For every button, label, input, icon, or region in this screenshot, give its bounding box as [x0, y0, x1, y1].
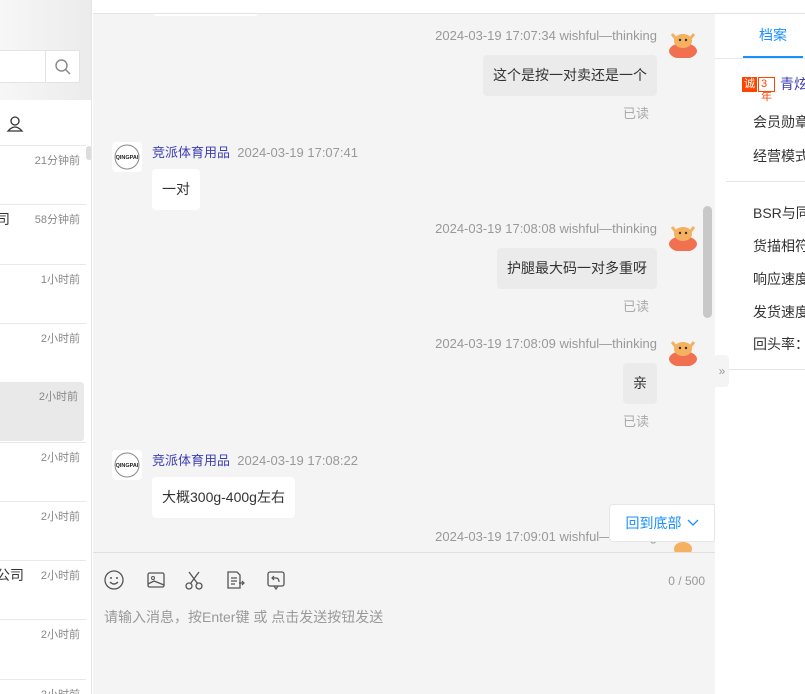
message-meta: 竞派体育用品 2024-03-19 17:08:22	[152, 450, 358, 469]
integrity-badge: 诚 3年 青炫	[742, 74, 805, 103]
read-status: 已读	[622, 414, 649, 429]
profile-row: BSR与同行	[753, 205, 805, 221]
chevron-down-icon	[687, 519, 698, 526]
profile-row: 回头率：	[753, 336, 805, 352]
cow-avatar-icon	[669, 226, 697, 252]
shop-name: 竞派体育用品	[152, 145, 231, 160]
order-button[interactable]	[224, 569, 246, 591]
conversation-item[interactable]: 2小时前	[0, 619, 86, 678]
profile-row: 货描相符	[753, 238, 805, 254]
conversation-time: 2小时前	[38, 391, 78, 404]
chat-scrollbar[interactable]	[703, 206, 712, 318]
svg-text:QINGPAI: QINGPAI	[116, 463, 139, 469]
image-button[interactable]	[145, 569, 167, 591]
profile-panel: 档案 诚 3年 青炫 会员勋章 经营模式 BSR与同行 货描相符 响应速度 发货…	[715, 13, 805, 694]
message-composer: 0 / 500 请输入消息，按Enter键 或 点击发送按钮发送	[93, 552, 715, 694]
conversation-item[interactable]: 2小时前	[0, 500, 86, 560]
divider	[726, 181, 805, 182]
search-icon	[55, 58, 71, 74]
conversation-time: 58分钟前	[34, 214, 80, 227]
conversation-time: 2小时前	[40, 629, 80, 642]
collapse-panel-button[interactable]: »	[715, 355, 729, 387]
message-bubble: 这个是按一对卖还是一个	[483, 55, 657, 96]
conversation-item[interactable]: 2小时前	[0, 678, 86, 694]
message-meta: 2024-03-19 17:08:08 wishful—thinking	[435, 221, 657, 236]
message-bubble: 一对	[152, 169, 200, 210]
emoji-icon	[104, 570, 124, 590]
shop-avatar: QINGPAI	[112, 142, 142, 172]
scroll-to-bottom-label: 回到底部	[625, 515, 682, 531]
conversation-item[interactable]: 1小时前	[0, 263, 86, 323]
user-icon	[6, 116, 24, 132]
shop-avatar: QINGPAI	[112, 450, 142, 480]
message-bubble: 亲	[623, 363, 657, 404]
user-avatar	[668, 336, 698, 367]
tab-divider	[715, 58, 805, 59]
conversation-item[interactable]: 公司 2小时前	[0, 560, 86, 619]
conversation-item[interactable]: 2小时前	[0, 322, 86, 382]
quick-reply-button[interactable]	[265, 569, 287, 591]
message-meta: 2024-03-19 17:08:09 wishful—thinking	[435, 336, 657, 351]
profile-row: 会员勋章	[753, 114, 805, 130]
conversation-time: 2小时前	[41, 689, 80, 694]
conversation-time: 2小时前	[40, 451, 80, 464]
conversation-time: 2小时前	[40, 332, 80, 345]
reply-icon	[267, 571, 285, 591]
char-counter: 0 / 500	[668, 574, 705, 588]
profile-row: 发货速度	[753, 304, 805, 320]
cow-avatar-icon	[669, 341, 697, 367]
screenshot-button[interactable]	[183, 569, 205, 591]
scroll-to-bottom-button[interactable]: 回到底部	[609, 504, 715, 542]
previous-bubble-edge	[153, 14, 258, 16]
sidebar-scrollbar[interactable]	[86, 146, 91, 160]
profile-row: 经营模式	[753, 148, 805, 164]
qingpai-logo: QINGPAI	[114, 452, 140, 478]
contacts-button[interactable]	[6, 115, 24, 136]
profile-row: 响应速度	[753, 271, 805, 287]
conversation-name: 公司	[0, 567, 24, 584]
emoji-button[interactable]	[103, 569, 125, 591]
badge-cheng: 诚	[742, 76, 757, 92]
message-meta: 竞派体育用品 2024-03-19 17:07:41	[152, 142, 358, 161]
shop-name: 竞派体育用品	[152, 453, 231, 468]
scissors-icon	[185, 571, 203, 590]
conversation-time: 2小时前	[40, 510, 80, 523]
read-status: 已读	[622, 106, 649, 121]
message-bubble: 大概300g-400g左右	[152, 477, 295, 518]
conversation-item[interactable]: 2小时前	[0, 441, 86, 501]
document-send-icon	[227, 571, 245, 589]
conversation-time: 1小时前	[40, 273, 80, 286]
conversation-item[interactable]: 21分钟前	[0, 145, 86, 204]
cow-avatar-icon	[669, 33, 697, 59]
user-avatar	[668, 28, 698, 59]
badge-years: 3年	[758, 76, 775, 103]
conversation-time: 2小时前	[40, 570, 80, 583]
conversation-name: 司	[0, 211, 10, 227]
message-bubble: 护腿最大码一对多重呀	[497, 248, 657, 289]
conversation-item[interactable]: 司 58分钟前	[0, 204, 86, 263]
conversation-time: 21分钟前	[34, 155, 80, 167]
message-time: 2024-03-19 17:07:41	[237, 145, 358, 160]
conversation-sidebar: 21分钟前司58分钟前1小时前2小时前2小时前2小时前2小时前公司2小时前2小时…	[0, 0, 92, 694]
qingpai-logo: QINGPAI	[114, 144, 140, 170]
search-button[interactable]	[45, 50, 80, 83]
conversation-item[interactable]: 2小时前	[0, 382, 84, 442]
user-avatar	[668, 221, 698, 252]
double-chevron-right-icon: »	[718, 364, 726, 378]
message-input[interactable]: 请输入消息，按Enter键 或 点击发送按钮发送	[104, 607, 383, 627]
shop-name[interactable]: 青炫	[780, 74, 805, 94]
image-icon	[147, 572, 165, 588]
chat-panel: 2024-03-19 17:07:34 wishful—thinking 这个是…	[93, 13, 715, 694]
message-meta: 2024-03-19 17:07:34 wishful—thinking	[435, 28, 657, 43]
tab-profile[interactable]: 档案	[743, 14, 803, 58]
read-status: 已读	[622, 299, 649, 314]
svg-text:QINGPAI: QINGPAI	[116, 155, 139, 161]
message-time: 2024-03-19 17:08:22	[237, 453, 358, 468]
